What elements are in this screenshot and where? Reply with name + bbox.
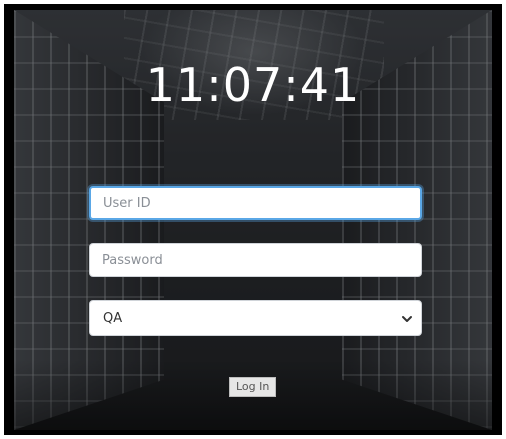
chevron-down-icon bbox=[402, 316, 412, 322]
login-button[interactable]: Log In bbox=[229, 377, 277, 397]
screen-frame: 11:07:41 QA Log In bbox=[4, 4, 502, 435]
environment-select[interactable]: QA bbox=[89, 300, 422, 336]
login-background: 11:07:41 QA Log In bbox=[14, 10, 492, 430]
environment-selected-value: QA bbox=[103, 311, 123, 326]
user-id-input[interactable] bbox=[89, 186, 422, 220]
password-input[interactable] bbox=[89, 243, 422, 277]
clock-display: 11:07:41 bbox=[145, 58, 361, 112]
